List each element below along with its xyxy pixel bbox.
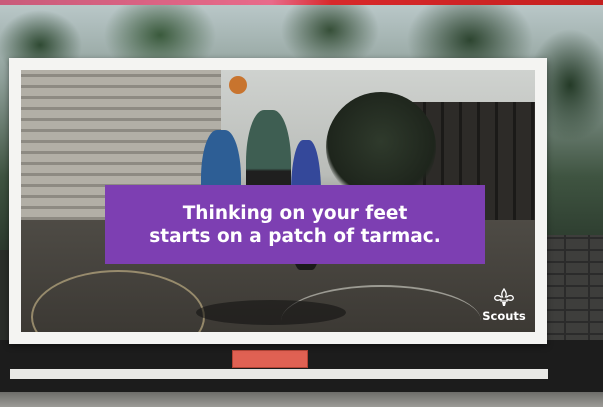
ball	[229, 76, 247, 94]
base-rail	[10, 369, 548, 379]
fleur-de-lis-icon	[494, 288, 514, 306]
headline-line-1: Thinking on your feet	[182, 202, 408, 224]
headline-line-2: starts on a patch of tarmac.	[149, 225, 441, 247]
players-shadow	[196, 300, 346, 325]
logo-text: Scouts	[482, 309, 526, 323]
billboard-plate	[232, 350, 308, 368]
billboard: Thinking on your feet starts on a patch …	[9, 58, 547, 344]
billboard-photo: Thinking on your feet starts on a patch …	[21, 70, 535, 332]
headline-banner: Thinking on your feet starts on a patch …	[105, 185, 485, 264]
scouts-logo: Scouts	[474, 288, 534, 332]
pavement	[0, 392, 603, 407]
street-scene: Thinking on your feet starts on a patch …	[0, 0, 603, 407]
